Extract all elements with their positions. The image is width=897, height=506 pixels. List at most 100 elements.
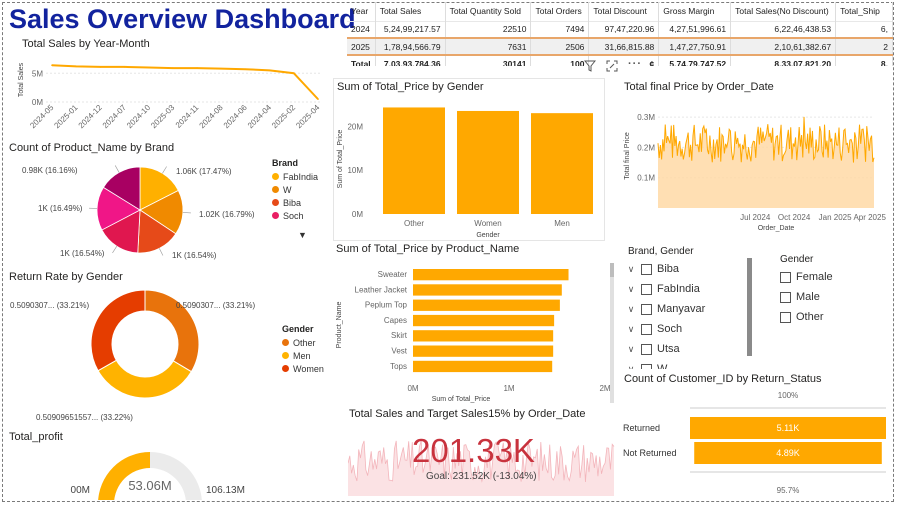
legend-item[interactable]: Women — [282, 362, 324, 375]
slicer-item[interactable]: Other — [780, 307, 833, 327]
matrix-cell: 4,27,51,996.61 — [658, 20, 732, 38]
matrix-cell: 2025 — [347, 37, 376, 56]
checkbox[interactable] — [780, 271, 791, 283]
gender-bar — [531, 113, 593, 214]
gender-slicer-title: Gender — [780, 254, 814, 265]
checkbox[interactable] — [641, 363, 652, 369]
gender-slicer[interactable]: Female Male Other — [780, 267, 833, 327]
matrix-cell: 30141 — [445, 54, 532, 66]
legend-label: Men — [293, 350, 311, 361]
matrix-header-cell[interactable]: Total Quantity Sold — [445, 2, 532, 21]
slicer-item[interactable]: ∨ Manyavar — [626, 299, 742, 319]
donut-slice-women — [90, 289, 146, 372]
year-month-line-chart[interactable]: Total Sales 5M0M2024-052025-012024-122024… — [14, 50, 326, 142]
checkbox[interactable] — [780, 311, 791, 323]
matrix-row[interactable]: 2025 1,78,94,566.79 7631 2506 31,66,815.88 1,… — [347, 37, 893, 56]
x-tick-label: 2025-04 — [294, 103, 322, 131]
checkbox[interactable] — [780, 291, 791, 303]
chevron-down-icon[interactable]: ∨ — [626, 304, 636, 315]
sales-point — [123, 66, 126, 68]
total-profit-gauge[interactable]: 53.06M 0.00M 106.13M — [70, 440, 270, 500]
return-rate-donut-chart[interactable]: 0.5090307... (33.21%) 0.50909651557... (3… — [0, 284, 280, 424]
x-tick-label: 2025-01 — [52, 103, 80, 131]
legend-item[interactable]: Soch — [272, 209, 318, 222]
matrix-cell: 1,78,94,566.79 — [375, 37, 446, 56]
x-tick-label: Jul 2024 — [740, 213, 771, 222]
slicer-item[interactable]: Female — [780, 267, 833, 287]
slicer-item[interactable]: ∨ Utsa — [626, 339, 742, 359]
legend-marker — [272, 173, 279, 180]
brand-legend: Brand FabIndia W Biba Soch ▼ — [272, 158, 318, 240]
slicer-item[interactable]: ∨ W — [626, 359, 742, 369]
matrix-header-cell[interactable]: Total_Ship — [835, 2, 893, 21]
legend-item[interactable]: Biba — [272, 196, 318, 209]
chevron-down-icon[interactable]: ∨ — [626, 284, 636, 295]
product-bar-chart[interactable]: Product_Name Sweater Leather Jacket Peplum … — [333, 255, 618, 405]
gauge-min: 0.00M — [70, 485, 90, 496]
chevron-down-icon[interactable]: ∨ — [626, 344, 636, 355]
slicer-item[interactable]: Male — [780, 287, 833, 307]
x-tick-label: Oct 2024 — [778, 213, 811, 222]
brand-gender-slicer[interactable]: ∨ Biba ∨ FabIndia ∨ Manyavar ∨ Soch ∨ Utsa ∨ W — [626, 259, 742, 369]
legend-marker — [282, 365, 289, 372]
slicer-item[interactable]: ∨ Biba — [626, 259, 742, 279]
matrix-header-cell[interactable]: Total Sales(No Discount) — [730, 2, 837, 21]
y-tick-label: Skirt — [391, 331, 408, 340]
x-tick-label: Jan 2025 — [819, 213, 852, 222]
matrix-header-cell[interactable]: Gross Margin — [658, 2, 732, 21]
x-tick-label: 2M — [599, 384, 610, 393]
chevron-down-icon[interactable]: ∨ — [626, 324, 636, 335]
chevron-down-icon[interactable]: ∨ — [626, 264, 636, 275]
y-tick-label: Peplum Top — [365, 301, 408, 310]
legend-marker — [282, 339, 289, 346]
matrix-table[interactable]: Year Total Sales Total Quantity Sold Total … — [347, 2, 893, 66]
slicer-item[interactable]: ∨ FabIndia — [626, 279, 742, 299]
filter-icon[interactable] — [583, 60, 597, 75]
final-price-area-chart[interactable]: Total final Price 0.3M 0.2M 0.1M Jul 2024 Oct… — [620, 94, 892, 240]
slicer-scrollbar[interactable] — [747, 258, 752, 356]
matrix-header-cell[interactable]: Total Sales — [375, 2, 446, 21]
product-bar-title: Sum of Total_Price by Product_Name — [336, 243, 520, 255]
more-options-icon[interactable]: ··· — [628, 59, 642, 75]
legend-marker — [272, 199, 279, 206]
brand-legend-title: Brand — [272, 158, 299, 168]
checkbox[interactable] — [641, 323, 652, 335]
y-axis-label: Total Sales — [18, 62, 25, 97]
slicer-item[interactable]: ∨ Soch — [626, 319, 742, 339]
legend-item[interactable]: Men — [282, 349, 324, 362]
gender-bar-chart[interactable]: Sum of Total_Price20M 10M 0M Other Women Men G… — [333, 94, 605, 240]
legend-scroll-down-icon[interactable]: ▼ — [298, 230, 318, 240]
scroll-thumb — [610, 263, 614, 277]
return-status-bar-chart[interactable]: 100% 5.11K Returned 4.89K Not Returned 95.7% — [620, 386, 892, 498]
legend-item[interactable]: Other — [282, 336, 324, 349]
label-leader — [162, 166, 167, 174]
legend-label: FabIndia — [283, 171, 319, 182]
checkbox[interactable] — [641, 343, 652, 355]
checkbox[interactable] — [641, 263, 652, 275]
brand-pie-chart[interactable]: 1.06K (17.47%) 1.02K (16.79%) 1K (16.54%) 1… — [0, 154, 270, 266]
slicer-item-label: FabIndia — [657, 283, 700, 295]
matrix-cell: 100 — [530, 54, 590, 66]
pie-data-label: 0.98K (16.16%) — [22, 166, 78, 175]
x-tick-label: 2025-02 — [270, 103, 298, 131]
slicer-item-label: Male — [796, 291, 820, 303]
product-bar — [413, 314, 555, 327]
legend-label: Women — [293, 363, 324, 374]
sales-point — [317, 98, 319, 100]
chevron-down-icon[interactable]: ∨ — [626, 364, 636, 370]
y-tick-label: Vest — [391, 347, 407, 356]
legend-marker — [272, 186, 279, 193]
gauge-max: 106.13M — [206, 485, 245, 496]
legend-item[interactable]: FabIndia — [272, 170, 318, 183]
focus-mode-icon[interactable] — [606, 60, 618, 75]
checkbox[interactable] — [641, 283, 652, 295]
matrix-header-cell[interactable]: Total Discount — [588, 2, 660, 21]
matrix-row[interactable]: 2024 5,24,99,217.57 22510 7494 97,47,220.96 4… — [347, 20, 893, 38]
bar-data-label: 4.89K — [776, 448, 800, 458]
checkbox[interactable] — [641, 303, 652, 315]
total-profit-title: Total_profit — [9, 431, 63, 443]
donut-data-label: 0.5090307... (33.21%) — [176, 301, 256, 310]
legend-item[interactable]: W — [272, 183, 318, 196]
matrix-header-cell[interactable]: Total Orders — [530, 2, 590, 21]
matrix-header-cell[interactable]: Year — [347, 2, 376, 21]
